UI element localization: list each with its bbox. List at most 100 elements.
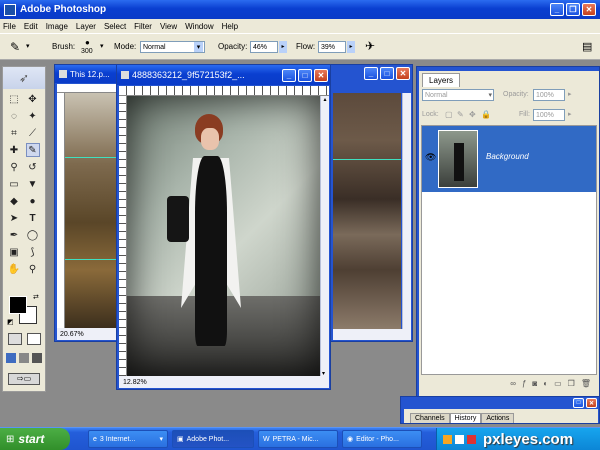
palette-well-icon[interactable]: ▤ [582, 40, 592, 53]
move-tool-icon[interactable]: ✥ [26, 92, 40, 106]
marquee-tool-icon[interactable]: ⬚ [7, 92, 21, 106]
layer-style-icon[interactable]: ƒ [522, 379, 526, 393]
menu-image[interactable]: Image [46, 22, 68, 31]
layer-opacity-input[interactable]: 100% [533, 89, 565, 101]
opacity-slider-arrow[interactable]: ▸ [279, 41, 287, 53]
menu-select[interactable]: Select [104, 22, 126, 31]
crop-tool-icon[interactable]: ⌗ [7, 126, 21, 140]
new-layer-icon[interactable]: ❒ [568, 379, 575, 393]
shape-tool-icon[interactable]: ◯ [26, 228, 40, 242]
tool-preset-dropdown[interactable]: ▾ [26, 42, 30, 50]
tab-history[interactable]: History [449, 413, 482, 423]
foreground-color-swatch[interactable] [9, 296, 27, 314]
layers-tab[interactable]: Layers [422, 73, 461, 87]
flow-slider-arrow[interactable]: ▸ [347, 41, 355, 53]
fill-input[interactable]: 100% [533, 109, 565, 121]
brush-picker-dropdown[interactable]: ▾ [100, 42, 104, 50]
main-doc-minimize-button[interactable]: _ [282, 68, 296, 82]
flow-input[interactable]: 39% [318, 41, 346, 53]
taskbar-task-photoshop[interactable]: ▣ Adobe Phot... [172, 430, 254, 448]
tab-actions[interactable]: Actions [481, 413, 515, 423]
main-doc-maximize-button[interactable]: □ [298, 68, 312, 82]
close-button[interactable]: ✕ [582, 3, 596, 16]
slice-tool-icon[interactable]: ⟋ [26, 126, 40, 140]
tray-icon-2[interactable] [455, 434, 464, 444]
brush-tool-icon[interactable]: ✎ [10, 40, 20, 54]
main-doc-close-button[interactable]: ✕ [314, 68, 328, 82]
eraser-tool-icon[interactable]: ▭ [7, 177, 21, 191]
mode-select[interactable]: Normal ▾ [140, 41, 205, 53]
eyedropper-tool-icon[interactable]: ⟆ [26, 245, 40, 259]
menu-file[interactable]: File [3, 22, 16, 31]
restore-button[interactable]: ❐ [566, 3, 580, 16]
taskbar-task-internet[interactable]: e 3 Internet... ▾ [88, 430, 168, 448]
start-button[interactable]: ⊞ start [0, 428, 70, 450]
menu-edit[interactable]: Edit [24, 22, 38, 31]
opacity-input[interactable]: 46% [250, 41, 278, 53]
airbrush-icon[interactable]: ✈ [365, 39, 375, 53]
quick-mask-button[interactable] [27, 333, 41, 345]
app-title-bar[interactable]: Adobe Photoshop _ ❐ ✕ [0, 0, 600, 19]
lock-all-icon[interactable]: 🔒 [481, 110, 491, 119]
zoom-tool-icon[interactable]: ⚲ [26, 262, 40, 276]
notes-tool-icon[interactable]: ▣ [7, 245, 21, 259]
clone-stamp-tool-icon[interactable]: ⚲ [7, 160, 21, 174]
menu-window[interactable]: Window [185, 22, 213, 31]
standard-mode-button[interactable] [8, 333, 22, 345]
document-window-main[interactable]: 4888363212_9f572153f2_... _ □ ✕ ▴ ▾ 12.8… [116, 64, 331, 390]
right-doc-maximize-button[interactable]: □ [380, 67, 394, 80]
scroll-up-arrow-icon[interactable]: ▴ [321, 96, 329, 103]
tab-channels[interactable]: Channels [410, 413, 450, 423]
menu-view[interactable]: View [160, 22, 177, 31]
new-group-icon[interactable]: ▭ [554, 379, 562, 393]
tray-icon-1[interactable] [443, 434, 452, 444]
main-doc-canvas[interactable] [127, 96, 320, 377]
hand-tool-icon[interactable]: ✋ [7, 262, 21, 276]
layer-blend-mode-select[interactable]: Normal ▾ [422, 89, 494, 101]
swap-colors-icon[interactable]: ⇄ [33, 293, 39, 301]
menu-filter[interactable]: Filter [134, 22, 152, 31]
lock-position-icon[interactable]: ✥ [469, 110, 476, 119]
left-doc-zoom[interactable]: 20.67% [60, 331, 84, 338]
type-tool-icon[interactable]: T [26, 211, 40, 225]
document-window-right[interactable]: _ □ ✕ [330, 64, 413, 342]
main-doc-vertical-scrollbar[interactable]: ▴ ▾ [320, 96, 329, 377]
pen-tool-icon[interactable]: ✒ [7, 228, 21, 242]
right-doc-vertical-scrollbar[interactable] [402, 93, 411, 329]
lock-image-icon[interactable]: ✎ [457, 110, 464, 119]
eye-visibility-icon[interactable]: 👁 [425, 152, 436, 163]
history-palette-close-button[interactable]: ✕ [586, 398, 597, 408]
right-doc-close-button[interactable]: ✕ [396, 67, 410, 80]
layer-mask-icon[interactable]: ◙ [532, 379, 537, 393]
default-colors-icon[interactable]: ◩ [7, 318, 14, 326]
main-doc-title-bar[interactable]: 4888363212_9f572153f2_... _ □ ✕ [117, 65, 330, 85]
right-doc-minimize-button[interactable]: _ [364, 67, 378, 80]
jump-to-imageready-button[interactable]: ⇨▭ [8, 373, 40, 385]
menu-help[interactable]: Help [222, 22, 238, 31]
history-palette-restore-button[interactable]: □ [573, 398, 584, 408]
screen-mode-menubar-button[interactable] [19, 353, 29, 363]
link-layers-icon[interactable]: ∞ [510, 379, 516, 393]
fill-arrow[interactable]: ▸ [568, 110, 572, 118]
taskbar-task-word[interactable]: W PETRA - Mic... [258, 430, 338, 448]
magic-wand-tool-icon[interactable]: ✦ [26, 109, 40, 123]
brush-preview-dot[interactable]: ● [85, 38, 90, 47]
healing-brush-tool-icon[interactable]: ✚ [7, 143, 21, 157]
screen-mode-standard-button[interactable] [6, 353, 16, 363]
blur-tool-icon[interactable]: ◆ [7, 194, 21, 208]
layer-opacity-arrow[interactable]: ▸ [568, 90, 572, 98]
lasso-tool-icon[interactable]: ◌ [7, 109, 21, 123]
minimize-button[interactable]: _ [550, 3, 564, 16]
lock-transparency-icon[interactable]: ▢ [445, 110, 453, 119]
taskbar-task-editor[interactable]: ◉ Editor - Pho... [342, 430, 422, 448]
adjustment-layer-icon[interactable]: ◐ [543, 379, 548, 393]
paint-bucket-tool-icon[interactable]: ▼ [26, 177, 40, 191]
main-doc-zoom[interactable]: 12.82% [123, 379, 147, 386]
dodge-tool-icon[interactable]: ● [26, 194, 40, 208]
menu-layer[interactable]: Layer [76, 22, 96, 31]
layer-row-background[interactable]: 👁 Background [422, 126, 596, 192]
delete-layer-icon[interactable]: 🗑 [581, 379, 591, 393]
history-brush-tool-icon[interactable]: ↺ [26, 160, 40, 174]
layer-name[interactable]: Background [486, 152, 529, 161]
brush-tool-icon[interactable]: ✎ [25, 143, 40, 157]
